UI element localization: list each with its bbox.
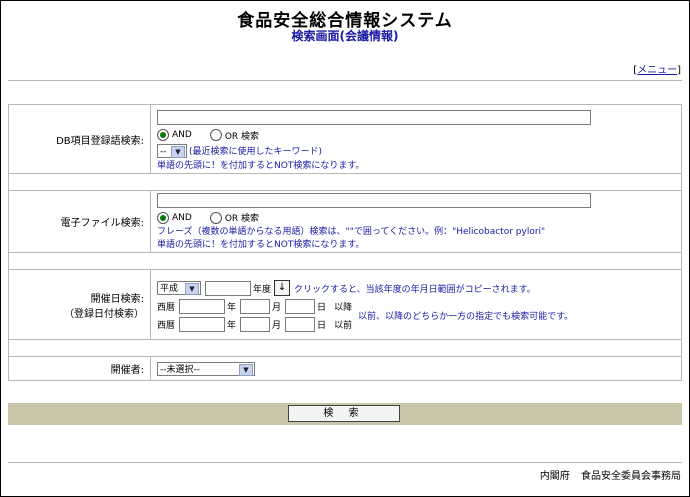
menu-link-wrapper: [メニュー]: [633, 65, 681, 76]
date-search-sublabel: （登録日付検索）: [64, 308, 144, 320]
search-form: DB項目登録語検索: AND OR 検索 -- ▼ (最近検索に使用したキーワード…: [8, 104, 682, 381]
chevron-down-icon: ▼: [185, 283, 199, 295]
seireki-label: 西暦: [157, 321, 176, 331]
day-label: 日: [317, 303, 327, 313]
month-label: 月: [272, 321, 282, 331]
divider: [8, 80, 682, 81]
host-label: 開催者:: [8, 356, 151, 381]
footer-org2: 食品安全委員会事務局: [581, 471, 681, 482]
history-select[interactable]: -- ▼: [157, 143, 187, 158]
file-or-radio[interactable]: [209, 211, 222, 224]
history-note: (最近検索に使用したキーワード): [189, 147, 323, 157]
year-label: 年: [227, 321, 237, 331]
era-select[interactable]: 平成 ▼: [157, 281, 201, 295]
file-keyword-input[interactable]: [157, 193, 591, 208]
year-label: 年: [227, 303, 237, 313]
file-or-label: OR 検索: [224, 214, 260, 224]
phrase-note: フレーズ（複数の単語からなる用語）検索は、""で囲ってください。例："Helic…: [157, 227, 546, 237]
copy-range-button[interactable]: ↓: [274, 280, 291, 296]
spacer-row: [8, 252, 682, 270]
seireki-label: 西暦: [157, 303, 176, 313]
db-not-note: 単語の先頭に！を付加するとNOT検索になります。: [157, 160, 365, 171]
footer: 内閣府 食品安全委員会事務局: [540, 467, 681, 482]
from-year-input[interactable]: [179, 299, 226, 314]
db-or-label: OR 検索: [224, 131, 260, 142]
date-search-label-cell: 開催日検索: （登録日付検索）: [8, 269, 151, 340]
to-month-input[interactable]: [240, 317, 271, 332]
db-keyword-input[interactable]: [157, 109, 591, 125]
divider: [8, 462, 682, 463]
fiscal-year-input[interactable]: [205, 280, 251, 296]
after-label: 以降: [334, 303, 353, 313]
db-search-label: DB項目登録語検索:: [8, 104, 151, 174]
search-button[interactable]: 検 索: [288, 405, 400, 422]
from-month-input[interactable]: [240, 299, 271, 314]
file-and-radio[interactable]: [157, 211, 169, 224]
day-label: 日: [317, 321, 327, 331]
host-select[interactable]: --未選択-- ▼: [157, 361, 255, 376]
copy-note: クリックすると、当該年度の年月日範囲がコピーされます。: [294, 284, 536, 295]
chevron-down-icon: ▼: [239, 363, 253, 376]
file-search-label: 電子ファイル検索:: [8, 190, 151, 253]
range-note: 以前、以降のどちらか一方の指定でも検索可能です。: [358, 312, 574, 322]
spacer-row: [8, 173, 682, 191]
to-day-input[interactable]: [285, 317, 316, 332]
page-subtitle: 検索画面(会議情報): [291, 29, 399, 43]
db-or-radio[interactable]: [209, 129, 222, 141]
footer-org1: 内閣府: [539, 471, 570, 482]
file-not-note: 単語の先頭に！を付加するとNOT検索になります。: [157, 240, 365, 250]
file-and-label: AND: [172, 212, 192, 223]
db-and-label: AND: [172, 130, 192, 140]
menu-link[interactable]: メニュー: [637, 65, 677, 76]
year-unit-label: 年度: [253, 284, 272, 295]
spacer-row: [8, 339, 682, 357]
chevron-down-icon: ▼: [171, 145, 185, 158]
date-search-label: 開催日検索:: [90, 293, 144, 305]
to-year-input[interactable]: [179, 317, 226, 332]
from-day-input[interactable]: [285, 299, 316, 314]
db-and-radio[interactable]: [157, 129, 169, 141]
month-label: 月: [272, 303, 282, 313]
before-label: 以前: [334, 321, 353, 331]
